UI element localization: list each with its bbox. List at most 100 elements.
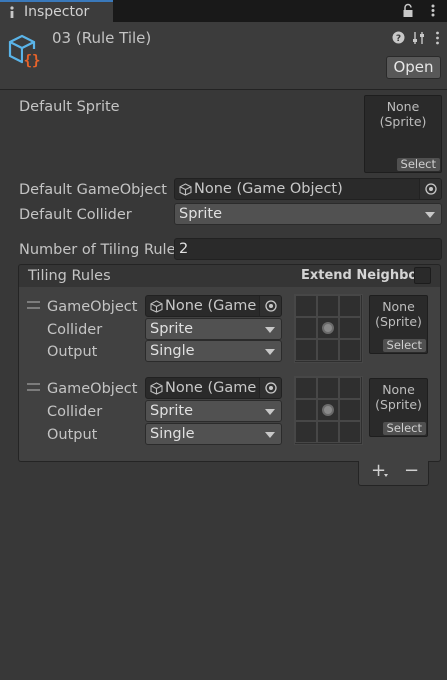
num-rules-field[interactable]: 2 [174,238,442,260]
sprite-none-text: None [382,299,415,314]
sprite-type-text: (Sprite) [375,397,422,412]
neighbor-cell[interactable] [295,421,317,443]
rule-collider-dropdown[interactable]: Sprite [145,318,282,340]
sprite-type-text: (Sprite) [375,314,422,329]
open-button[interactable]: Open [386,56,441,79]
lock-icon[interactable] [402,3,414,18]
rule-gameobject-field[interactable]: None (Game [145,295,282,317]
default-collider-label: Default Collider [19,207,132,223]
rule-output-label: Output [47,427,98,443]
rule-sprite-field[interactable]: None (Sprite) Select [369,378,428,437]
svg-text:{}: {} [24,53,41,69]
default-gameobject-value: None (Game Object) [194,181,343,197]
neighbor-cell[interactable] [317,295,339,317]
chevron-down-icon [384,474,388,477]
extend-neighbor-checkbox[interactable] [414,267,431,284]
neighbor-cell[interactable] [317,339,339,361]
cube-icon [150,300,163,313]
rule-output-value: Single [150,426,195,442]
object-picker-button[interactable] [419,179,441,199]
default-sprite-label: Default Sprite [19,99,120,115]
rule-output-dropdown[interactable]: Single [145,340,282,362]
neighbor-cell[interactable] [339,339,361,361]
center-dot-icon [322,322,334,334]
neighbor-cell[interactable] [295,317,317,339]
default-collider-dropdown[interactable]: Sprite [174,203,442,225]
rule-gameobject-value: None (Game [165,380,257,396]
tab-inspector[interactable]: Inspector [0,0,113,22]
neighbor-cell[interactable] [295,339,317,361]
tiling-rules-list: GameObject None (Game Collider Sprite Ou… [18,287,441,462]
neighbor-cell[interactable] [317,421,339,443]
num-rules-label: Number of Tiling Rule [19,242,176,258]
neighbor-cell[interactable] [339,377,361,399]
object-picker-button[interactable] [259,296,281,316]
drag-handle-icon[interactable] [27,383,40,391]
neighbor-cell[interactable] [295,377,317,399]
neighbor-rule-grid[interactable] [294,294,363,363]
rule-collider-value: Sprite [150,403,194,419]
chevron-down-icon [265,327,275,333]
help-icon[interactable]: ? [392,31,405,44]
tab-bar: Inspector [0,0,447,22]
cube-icon [179,183,192,196]
num-rules-value: 2 [179,241,189,257]
preset-icon[interactable] [412,31,426,45]
default-gameobject-label: Default GameObject [19,182,167,198]
rule-gameobject-value: None (Game [165,298,257,314]
chevron-down-icon [265,409,275,415]
inspector-tab-icon [10,6,14,18]
rule-output-label: Output [47,344,98,360]
chevron-down-icon [425,212,435,218]
add-rule-button[interactable]: + [369,460,391,483]
chevron-down-icon [265,349,275,355]
neighbor-cell[interactable] [339,317,361,339]
extend-neighbor-label: Extend Neighbor [301,268,424,283]
chevron-down-icon [265,432,275,438]
rule-collider-label: Collider [47,404,103,420]
more-icon[interactable] [435,31,440,45]
menu-dots-icon[interactable] [430,3,436,18]
tiling-rules-header: Tiling Rules Extend Neighbor [18,264,441,288]
rule-collider-label: Collider [47,322,103,338]
sprite-type-text: (Sprite) [379,114,427,129]
rule-gameobject-label: GameObject [47,299,138,315]
list-footer: + − [358,460,429,486]
default-sprite-field[interactable]: None (Sprite) Select [364,95,442,173]
drag-handle-icon[interactable] [27,301,40,309]
neighbor-cell[interactable] [339,295,361,317]
tab-label: Inspector [24,4,90,20]
remove-rule-button[interactable]: − [399,460,421,483]
sprite-select-button[interactable]: Select [396,158,440,171]
sprite-none-text: None [382,382,415,397]
center-dot-icon [322,404,334,416]
rule-output-dropdown[interactable]: Single [145,423,282,445]
neighbor-cell[interactable] [339,421,361,443]
neighbor-cell[interactable] [295,295,317,317]
rule-gameobject-label: GameObject [47,381,138,397]
default-collider-value: Sprite [179,206,223,222]
rule-collider-value: Sprite [150,321,194,337]
plus-icon: + [371,460,387,481]
asset-title: 03 (Rule Tile) [52,29,152,47]
rule-collider-dropdown[interactable]: Sprite [145,400,282,422]
neighbor-cell[interactable] [317,377,339,399]
list-item: GameObject None (Game Collider Sprite Ou… [19,369,440,451]
object-picker-button[interactable] [259,378,281,398]
neighbor-cell[interactable] [339,399,361,421]
rule-tile-asset-icon: {} [8,34,43,69]
list-item: GameObject None (Game Collider Sprite Ou… [19,287,440,369]
sprite-select-button[interactable]: Select [382,339,426,352]
sprite-select-button[interactable]: Select [382,422,426,435]
rule-output-value: Single [150,343,195,359]
sprite-none-text: None [386,99,420,114]
default-gameobject-field[interactable]: None (Game Object) [174,178,442,200]
neighbor-rule-grid[interactable] [294,376,363,445]
rule-sprite-field[interactable]: None (Sprite) Select [369,295,428,354]
object-picker-icon [265,300,277,312]
cube-icon [150,382,163,395]
rule-gameobject-field[interactable]: None (Game [145,377,282,399]
minus-icon: − [404,460,420,481]
asset-header: {} 03 (Rule Tile) ? Open [0,22,447,90]
neighbor-cell[interactable] [295,399,317,421]
